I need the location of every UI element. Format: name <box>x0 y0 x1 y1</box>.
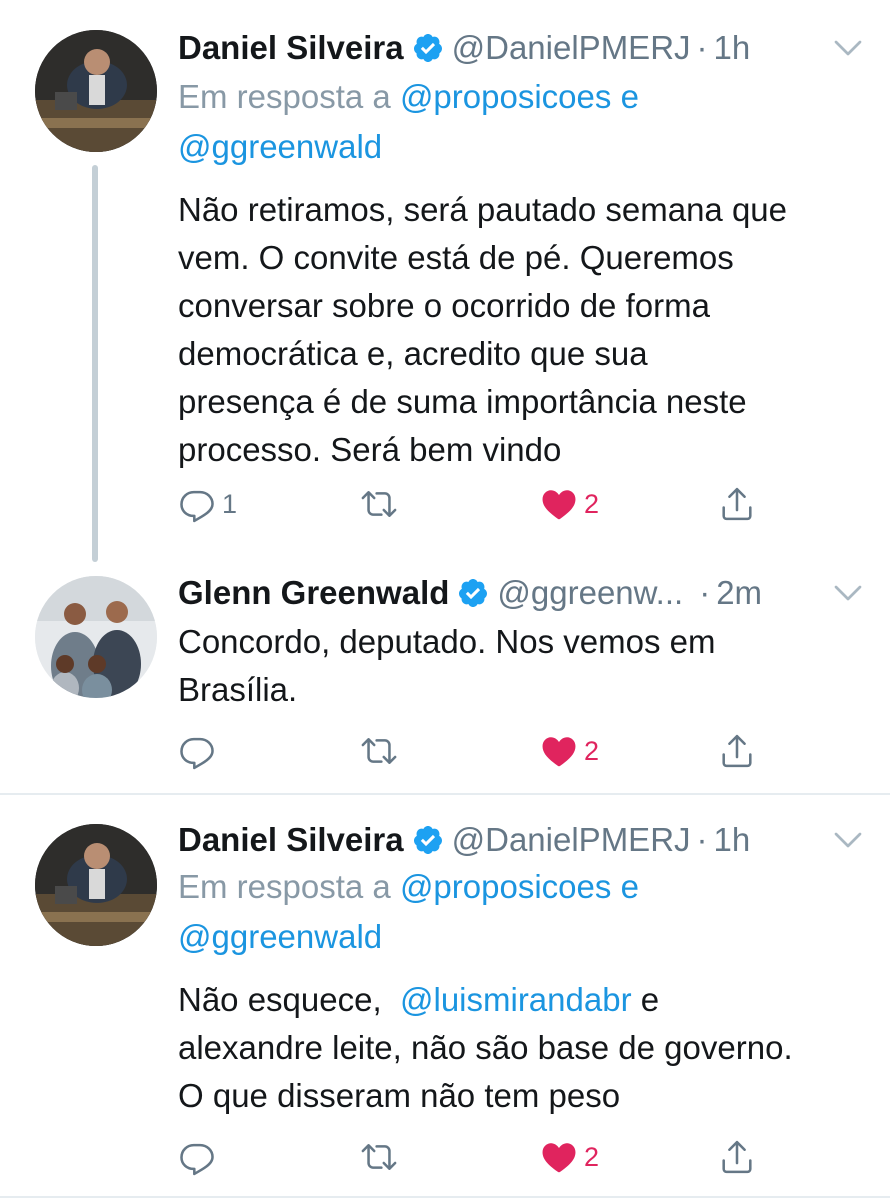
tweet-text: Concordo, deputado. Nos vemos em Brasíli… <box>178 618 878 714</box>
separator-dot: · <box>696 29 708 66</box>
verified-badge-icon <box>412 824 444 856</box>
display-name[interactable]: Daniel Silveira <box>178 821 404 859</box>
retweet-icon <box>360 1138 398 1176</box>
separator-dot: · <box>696 821 708 858</box>
tweet-header: Daniel Silveira @DanielPMERJ · 1h <box>178 818 870 862</box>
retweet-icon <box>360 732 398 770</box>
tweet-1[interactable]: Daniel Silveira @DanielPMERJ · 1h Em res… <box>0 0 890 568</box>
text-segment: Não esquece, <box>178 981 382 1018</box>
heart-icon <box>540 485 578 523</box>
separator-dot: · <box>699 574 711 611</box>
mention-link[interactable]: @ggreenwald <box>178 128 382 165</box>
tweet-actions: 2 <box>178 1135 778 1179</box>
tweet-2[interactable]: Glenn Greenwald @ggreenw... · 2m Concord… <box>0 568 890 794</box>
reply-button[interactable] <box>178 1135 222 1179</box>
mention-link[interactable]: @ggreenwald <box>178 918 382 955</box>
share-button[interactable] <box>718 482 756 526</box>
timestamp[interactable]: 2m <box>716 574 762 612</box>
heart-icon <box>540 732 578 770</box>
avatar[interactable] <box>35 576 157 698</box>
text-line: presença é de suma importância neste <box>178 383 747 420</box>
tweet-header: Daniel Silveira @DanielPMERJ · 1h <box>178 26 870 70</box>
timestamp[interactable]: 1h <box>714 821 751 859</box>
reply-conjunction: e <box>620 78 639 115</box>
tweet-text: Não retiramos, será pautado semana que v… <box>178 186 878 474</box>
reply-icon <box>178 1138 216 1176</box>
reply-context: Em resposta a @proposicoes e @ggreenwald <box>178 862 868 962</box>
like-count: 2 <box>584 735 600 766</box>
text-segment: e <box>640 981 660 1018</box>
mention-link[interactable]: @proposicoes <box>400 868 611 905</box>
reply-icon <box>178 732 216 770</box>
text-line: Concordo, deputado. Nos vemos em <box>178 623 716 660</box>
avatar[interactable] <box>35 30 157 152</box>
share-button[interactable] <box>718 1135 756 1179</box>
like-count: 2 <box>584 488 600 519</box>
like-button[interactable]: 2 <box>540 1135 599 1179</box>
bottom-divider <box>0 1196 890 1198</box>
verified-badge-icon <box>412 32 444 64</box>
text-line: Brasília. <box>178 671 298 708</box>
tweet-actions: 1 2 <box>178 482 778 526</box>
reply-prefix: Em resposta a <box>178 78 391 115</box>
text-line: democrática e, acredito que sua <box>178 335 648 372</box>
reply-button[interactable] <box>178 729 222 773</box>
reply-icon <box>178 485 216 523</box>
username[interactable]: @ggreenw... <box>497 574 683 612</box>
text-line: vem. O convite está de pé. Queremos <box>178 239 734 276</box>
retweet-icon <box>360 485 398 523</box>
verified-badge-icon <box>457 577 489 609</box>
username[interactable]: @DanielPMERJ <box>452 29 691 67</box>
retweet-button[interactable] <box>360 482 398 526</box>
mention-link[interactable]: @luismirandabr <box>400 981 632 1018</box>
share-icon <box>718 485 756 523</box>
tweet-header: Glenn Greenwald @ggreenw... · 2m <box>178 571 870 615</box>
retweet-button[interactable] <box>360 1135 398 1179</box>
retweet-button[interactable] <box>360 729 398 773</box>
avatar[interactable] <box>35 824 157 946</box>
chevron-down-icon[interactable] <box>830 822 866 858</box>
reply-context: Em resposta a @proposicoes e @ggreenwald <box>178 72 868 172</box>
display-name[interactable]: Glenn Greenwald <box>178 574 449 612</box>
text-line: O que disseram não tem peso <box>178 1077 621 1114</box>
reply-conjunction: e <box>620 868 639 905</box>
text-line: conversar sobre o ocorrido de forma <box>178 287 710 324</box>
tweet-divider <box>0 793 890 795</box>
chevron-down-icon[interactable] <box>830 575 866 611</box>
tweet-actions: 2 <box>178 729 778 773</box>
like-button[interactable]: 2 <box>540 729 599 773</box>
timestamp[interactable]: 1h <box>714 29 751 67</box>
share-button[interactable] <box>718 729 756 773</box>
text-line: Não retiramos, será pautado semana que <box>178 191 788 228</box>
chevron-down-icon[interactable] <box>830 30 866 66</box>
heart-icon <box>540 1138 578 1176</box>
text-line: alexandre leite, não são base de governo… <box>178 1029 793 1066</box>
text-line: processo. Será bem vindo <box>178 431 562 468</box>
thread-line <box>92 165 98 562</box>
username[interactable]: @DanielPMERJ <box>452 821 691 859</box>
reply-count: 1 <box>222 488 238 519</box>
display-name[interactable]: Daniel Silveira <box>178 29 404 67</box>
reply-button[interactable]: 1 <box>178 482 237 526</box>
mention-link[interactable]: @proposicoes <box>400 78 611 115</box>
share-icon <box>718 732 756 770</box>
like-button[interactable]: 2 <box>540 482 599 526</box>
tweet-3[interactable]: Daniel Silveira @DanielPMERJ · 1h Em res… <box>0 796 890 1200</box>
like-count: 2 <box>584 1141 600 1172</box>
share-icon <box>718 1138 756 1176</box>
text-line: Não esquece, @luismirandabr e <box>178 976 878 1024</box>
tweet-text: Não esquece, @luismirandabr e alexandre … <box>178 976 878 1120</box>
reply-prefix: Em resposta a <box>178 868 391 905</box>
